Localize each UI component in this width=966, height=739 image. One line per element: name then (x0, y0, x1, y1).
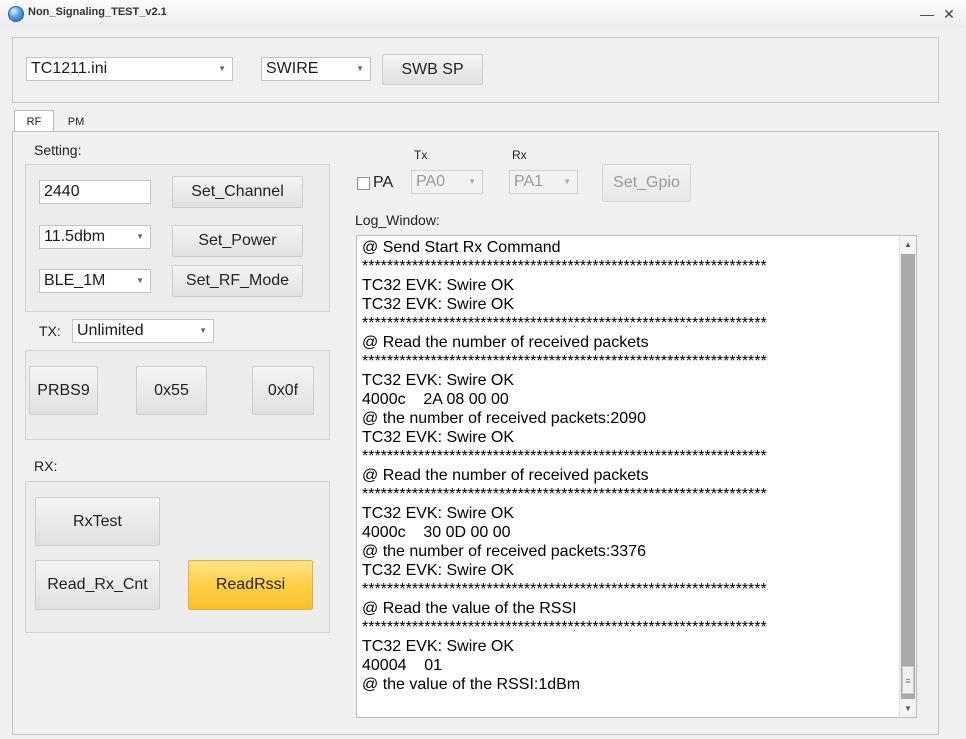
tx-label: TX: (39, 323, 61, 339)
power-value: 11.5dbm (44, 228, 106, 245)
log-line: @ the number of received packets:2090 (362, 410, 646, 427)
channel-input[interactable]: 2440 (39, 180, 151, 204)
chevron-down-icon: ▼ (563, 177, 571, 186)
log-line: @ the value of the RSSI:1dBm (362, 676, 581, 693)
chevron-down-icon: ▼ (356, 64, 364, 73)
tx-pin-select[interactable]: PA0 ▼ (411, 170, 483, 194)
interface-select[interactable]: SWIRE ▼ (261, 57, 371, 81)
log-line: ****************************************… (362, 258, 767, 275)
log-line: ****************************************… (362, 581, 767, 598)
swb-sp-button[interactable]: SWB SP (382, 54, 483, 85)
log-line: @ the number of received packets:3376 (362, 543, 646, 560)
set-gpio-button[interactable]: Set_Gpio (602, 164, 691, 202)
chevron-down-icon: ▼ (199, 326, 207, 335)
power-select[interactable]: 11.5dbm ▼ (39, 225, 151, 249)
log-lines: @ Send Start Rx Command *****************… (362, 238, 898, 694)
tx-mode-value: Unlimited (77, 322, 144, 339)
pa-label: PA (373, 174, 394, 191)
config-file-value: TC1211.ini (31, 60, 108, 77)
log-line: TC32 EVK: Swire OK (362, 429, 515, 446)
log-window[interactable]: @ Send Start Rx Command *****************… (356, 235, 917, 718)
interface-value: SWIRE (266, 60, 319, 77)
rf-mode-select[interactable]: BLE_1M ▼ (39, 269, 151, 293)
tab-pm[interactable]: PM (56, 111, 96, 133)
rf-mode-value: BLE_1M (44, 272, 106, 289)
log-line: TC32 EVK: Swire OK (362, 505, 515, 522)
read-rx-cnt-button[interactable]: Read_Rx_Cnt (35, 560, 160, 610)
tab-rf[interactable]: RF (14, 110, 54, 132)
rx-pin-select[interactable]: PA1 ▼ (509, 170, 578, 194)
log-line: TC32 EVK: Swire OK (362, 372, 515, 389)
log-line: TC32 EVK: Swire OK (362, 296, 515, 313)
log-window-label: Log_Window: (355, 212, 440, 228)
log-line: TC32 EVK: Swire OK (362, 562, 515, 579)
log-line: @ Read the number of received packets (362, 334, 649, 351)
pa-checkbox[interactable] (357, 177, 370, 190)
log-line: TC32 EVK: Swire OK (362, 638, 515, 655)
set-channel-button[interactable]: Set_Channel (172, 176, 303, 208)
0x55-button[interactable]: 0x55 (136, 366, 207, 415)
set-rf-mode-button[interactable]: Set_RF_Mode (172, 265, 303, 297)
log-line: ****************************************… (362, 619, 767, 636)
scrollbar-grip-icon[interactable]: ≡ (902, 666, 914, 694)
scrollbar-thumb[interactable] (901, 254, 915, 699)
setting-label: Setting: (34, 142, 82, 158)
minimize-button[interactable]: — (916, 3, 938, 25)
scroll-up-icon[interactable]: ▲ (900, 236, 916, 253)
tx-pin-value: PA0 (416, 173, 446, 190)
tx-pin-header: Tx (414, 148, 428, 162)
log-line: ****************************************… (362, 315, 767, 332)
close-button[interactable]: ✕ (938, 3, 960, 25)
log-line: 40004 01 (362, 657, 443, 674)
config-file-select[interactable]: TC1211.ini ▼ (26, 57, 233, 81)
0x0f-button[interactable]: 0x0f (252, 366, 314, 415)
log-line: 4000c 2A 08 00 00 (362, 391, 509, 408)
scroll-down-icon[interactable]: ▼ (900, 700, 916, 717)
log-scrollbar[interactable]: ▲ ≡ ▼ (899, 236, 916, 717)
log-line: ****************************************… (362, 448, 767, 465)
chevron-down-icon: ▼ (136, 276, 144, 285)
chevron-down-icon: ▼ (218, 64, 226, 73)
chevron-down-icon: ▼ (136, 232, 144, 241)
log-line: 4000c 30 0D 00 00 (362, 524, 511, 541)
log-line: ****************************************… (362, 353, 767, 370)
log-line: @ Read the value of the RSSI (362, 600, 577, 617)
title-bar[interactable]: Non_Signaling_TEST_v2.1 — ✕ (0, 0, 966, 28)
rx-pin-value: PA1 (514, 173, 544, 190)
tx-mode-select[interactable]: Unlimited ▼ (72, 319, 214, 343)
log-line: TC32 EVK: Swire OK (362, 277, 515, 294)
set-power-button[interactable]: Set_Power (172, 225, 303, 257)
log-line: @ Read the number of received packets (362, 467, 649, 484)
window-title: Non_Signaling_TEST_v2.1 (28, 6, 167, 18)
rx-label: RX: (34, 458, 58, 474)
rxtest-button[interactable]: RxTest (35, 497, 160, 546)
chevron-down-icon: ▼ (468, 177, 476, 186)
log-line: ****************************************… (362, 486, 767, 503)
log-line: @ Send Start Rx Command (362, 239, 561, 256)
prbs9-button[interactable]: PRBS9 (29, 366, 98, 415)
app-icon (8, 6, 24, 22)
rx-pin-header: Rx (512, 148, 527, 162)
read-rssi-button[interactable]: ReadRssi (188, 560, 313, 610)
